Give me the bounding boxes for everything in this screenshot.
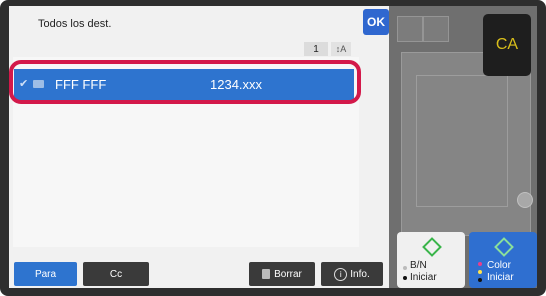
preview-scroll-knob[interactable] [517, 192, 533, 208]
borrar-button[interactable]: Borrar [249, 262, 315, 286]
preview-thumb-1 [397, 16, 423, 42]
black-dot [478, 278, 482, 282]
start-diamond-icon [494, 237, 514, 257]
start-color-sublabel: Iniciar [487, 272, 514, 283]
sort-icon[interactable]: ↕A [331, 42, 351, 56]
trash-icon [262, 269, 271, 279]
indicator-dot [403, 266, 407, 270]
info-button[interactable]: i Info. [321, 262, 383, 286]
info-icon: i [334, 267, 348, 281]
preview-page [416, 75, 508, 207]
indicator-dot [403, 276, 407, 280]
para-button[interactable]: Para [14, 262, 77, 286]
magenta-dot [478, 262, 482, 266]
borrar-label: Borrar [274, 268, 302, 280]
ok-button[interactable]: OK [363, 9, 389, 35]
preview-area [401, 52, 531, 236]
selection-highlight [9, 60, 361, 104]
cc-button[interactable]: Cc [83, 262, 149, 286]
dialog-title: Todos los dest. [38, 18, 112, 30]
start-bw-sublabel: Iniciar [410, 272, 437, 283]
page-number: 1 [304, 42, 328, 56]
start-color-button[interactable]: Color Iniciar [469, 232, 537, 288]
yellow-dot [478, 270, 482, 274]
start-bw-button[interactable]: B/N Iniciar [397, 232, 465, 288]
start-bw-label: B/N [410, 260, 427, 271]
start-diamond-icon [422, 237, 442, 257]
touch-screen: CA Todos los dest. OK 1 ↕A ✔ FFF FFF 123… [9, 6, 537, 288]
destination-dialog: Todos los dest. OK 1 ↕A ✔ FFF FFF 1234.x… [9, 6, 389, 288]
preview-thumb-2 [423, 16, 449, 42]
info-label: Info. [350, 268, 370, 280]
start-color-label: Color [487, 260, 511, 271]
ca-button[interactable]: CA [483, 14, 531, 76]
